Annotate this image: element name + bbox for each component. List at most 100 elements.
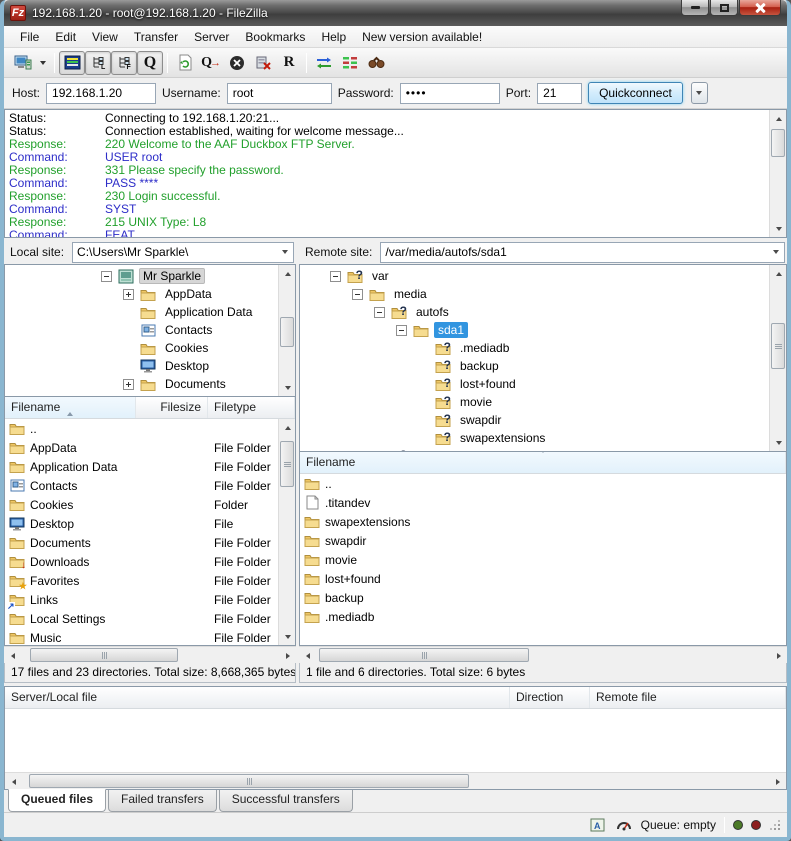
file-row-local-settings[interactable]: Local SettingsFile Folder <box>5 609 278 628</box>
local-column-header-filetype[interactable]: Filetype <box>208 397 295 418</box>
scroll-left-button[interactable] <box>5 773 22 790</box>
find-files-button[interactable] <box>363 51 389 75</box>
tab-successful-transfers[interactable]: Successful transfers <box>219 790 353 812</box>
disconnect-button[interactable] <box>250 51 276 75</box>
menu-bookmarks[interactable]: Bookmarks <box>237 27 313 47</box>
toggle-transfer-queue-button[interactable]: Q <box>137 51 163 75</box>
scroll-thumb[interactable] <box>771 323 785 369</box>
file-row-lost-found[interactable]: lost+found <box>300 569 786 588</box>
maximize-button[interactable] <box>710 0 738 16</box>
synchronized-browsing-button[interactable] <box>337 51 363 75</box>
process-queue-button[interactable]: Q→ <box>198 51 224 75</box>
refresh-button[interactable] <box>172 51 198 75</box>
file-row-backup[interactable]: backup <box>300 588 786 607</box>
scroll-down-button[interactable] <box>279 379 296 396</box>
remote-tree-item-autofs[interactable]: ?autofs <box>300 303 769 321</box>
remote-tree-item-media[interactable]: media <box>300 285 769 303</box>
local-tree-item-mr-sparkle[interactable]: Mr Sparkle <box>5 267 278 285</box>
local-tree-item-downloads[interactable]: ↓Downloads <box>5 393 278 396</box>
scroll-thumb[interactable] <box>319 648 529 662</box>
titlebar[interactable]: Fz 192.168.1.20 - root@192.168.1.20 - Fi… <box>4 0 787 26</box>
speed-limits-icon[interactable] <box>615 816 633 834</box>
expand-icon[interactable] <box>123 289 134 300</box>
quickconnect-dropdown-button[interactable] <box>691 82 708 104</box>
file-row-application-data[interactable]: Application DataFile Folder <box>5 457 278 476</box>
remote-site-combo[interactable] <box>380 242 785 263</box>
scroll-thumb[interactable] <box>771 129 785 157</box>
file-row-documents[interactable]: DocumentsFile Folder <box>5 533 278 552</box>
queue-column-header-remote-file[interactable]: Remote file <box>590 687 786 708</box>
file-row-favorites[interactable]: ★FavoritesFile Folder <box>5 571 278 590</box>
menu-file[interactable]: File <box>12 27 47 47</box>
menu-transfer[interactable]: Transfer <box>126 27 186 47</box>
scroll-right-button[interactable] <box>279 647 296 664</box>
scroll-down-button[interactable] <box>279 628 296 645</box>
file-row-downloads[interactable]: ↓DownloadsFile Folder <box>5 552 278 571</box>
menu-new-version-available[interactable]: New version available! <box>354 27 490 47</box>
scroll-thumb[interactable] <box>30 648 178 662</box>
queue-hscrollbar[interactable] <box>5 772 786 789</box>
collapse-icon[interactable] <box>330 271 341 282</box>
local-site-combo[interactable] <box>72 242 294 263</box>
port-input[interactable] <box>537 83 582 104</box>
toggle-remote-tree-button[interactable]: F <box>111 51 137 75</box>
compare-directories-button[interactable] <box>311 51 337 75</box>
local-tree-item-application-data[interactable]: Application Data <box>5 303 278 321</box>
scroll-left-button[interactable] <box>299 647 316 664</box>
tab-failed-transfers[interactable]: Failed transfers <box>108 790 217 812</box>
remote-tree-item-backup[interactable]: ?backup <box>300 357 769 375</box>
menu-help[interactable]: Help <box>313 27 354 47</box>
local-tree-item-cookies[interactable]: Cookies <box>5 339 278 357</box>
file-row-titandev[interactable]: .titandev <box>300 493 786 512</box>
collapse-icon[interactable] <box>352 289 363 300</box>
queue-column-header-server-local-file[interactable]: Server/Local file <box>5 687 510 708</box>
file-row-cookies[interactable]: CookiesFolder <box>5 495 278 514</box>
local-column-header-filename[interactable]: Filename <box>5 397 136 418</box>
local-tree-item-contacts[interactable]: Contacts <box>5 321 278 339</box>
local-tree-vscrollbar[interactable] <box>278 265 295 396</box>
file-row-swapdir[interactable]: swapdir <box>300 531 786 550</box>
scroll-down-button[interactable] <box>770 434 787 451</box>
scroll-down-button[interactable] <box>770 220 787 237</box>
cancel-button[interactable] <box>224 51 250 75</box>
minimize-button[interactable] <box>681 0 709 16</box>
file-row-music[interactable]: MusicFile Folder <box>5 628 278 645</box>
message-log-vscrollbar[interactable] <box>769 110 786 237</box>
scroll-up-button[interactable] <box>770 110 787 127</box>
scroll-thumb[interactable] <box>29 774 469 788</box>
local-list-vscrollbar[interactable] <box>278 419 295 645</box>
file-row-swapextensions[interactable]: swapextensions <box>300 512 786 531</box>
host-input[interactable] <box>46 83 156 104</box>
remote-tree-vscrollbar[interactable] <box>769 265 786 451</box>
scroll-up-button[interactable] <box>279 419 296 436</box>
file-row-[interactable]: .. <box>300 474 786 493</box>
menu-server[interactable]: Server <box>186 27 237 47</box>
scroll-up-button[interactable] <box>770 265 787 282</box>
tab-queued-files[interactable]: Queued files <box>8 789 106 812</box>
file-row-desktop[interactable]: DesktopFile <box>5 514 278 533</box>
remote-path-input[interactable] <box>381 244 768 260</box>
menu-edit[interactable]: Edit <box>47 27 84 47</box>
scroll-right-button[interactable] <box>770 647 787 664</box>
scroll-thumb[interactable] <box>280 317 294 347</box>
quickconnect-button[interactable]: Quickconnect <box>588 82 683 104</box>
transfer-type-icon[interactable]: A <box>589 816 607 834</box>
file-row-[interactable]: .. <box>5 419 278 438</box>
scroll-up-button[interactable] <box>279 265 296 282</box>
password-input[interactable] <box>400 83 500 104</box>
local-tree-item-appdata[interactable]: AppData <box>5 285 278 303</box>
scroll-thumb[interactable] <box>280 441 294 487</box>
scroll-left-button[interactable] <box>4 647 21 664</box>
file-row-appdata[interactable]: AppDataFile Folder <box>5 438 278 457</box>
local-tree-item-desktop[interactable]: Desktop <box>5 357 278 375</box>
local-path-input[interactable] <box>73 244 277 260</box>
remote-tree-item-swapextensions[interactable]: ?swapextensions <box>300 429 769 447</box>
remote-list-hscrollbar[interactable] <box>299 646 787 663</box>
collapse-icon[interactable] <box>374 307 385 318</box>
resize-grip[interactable] <box>769 819 781 831</box>
remote-tree-item-mediadb[interactable]: ?.mediadb <box>300 339 769 357</box>
username-input[interactable] <box>227 83 332 104</box>
queue-column-header-direction[interactable]: Direction <box>510 687 590 708</box>
local-column-header-filesize[interactable]: Filesize <box>136 397 208 418</box>
remote-tree-item-movie[interactable]: ?movie <box>300 393 769 411</box>
